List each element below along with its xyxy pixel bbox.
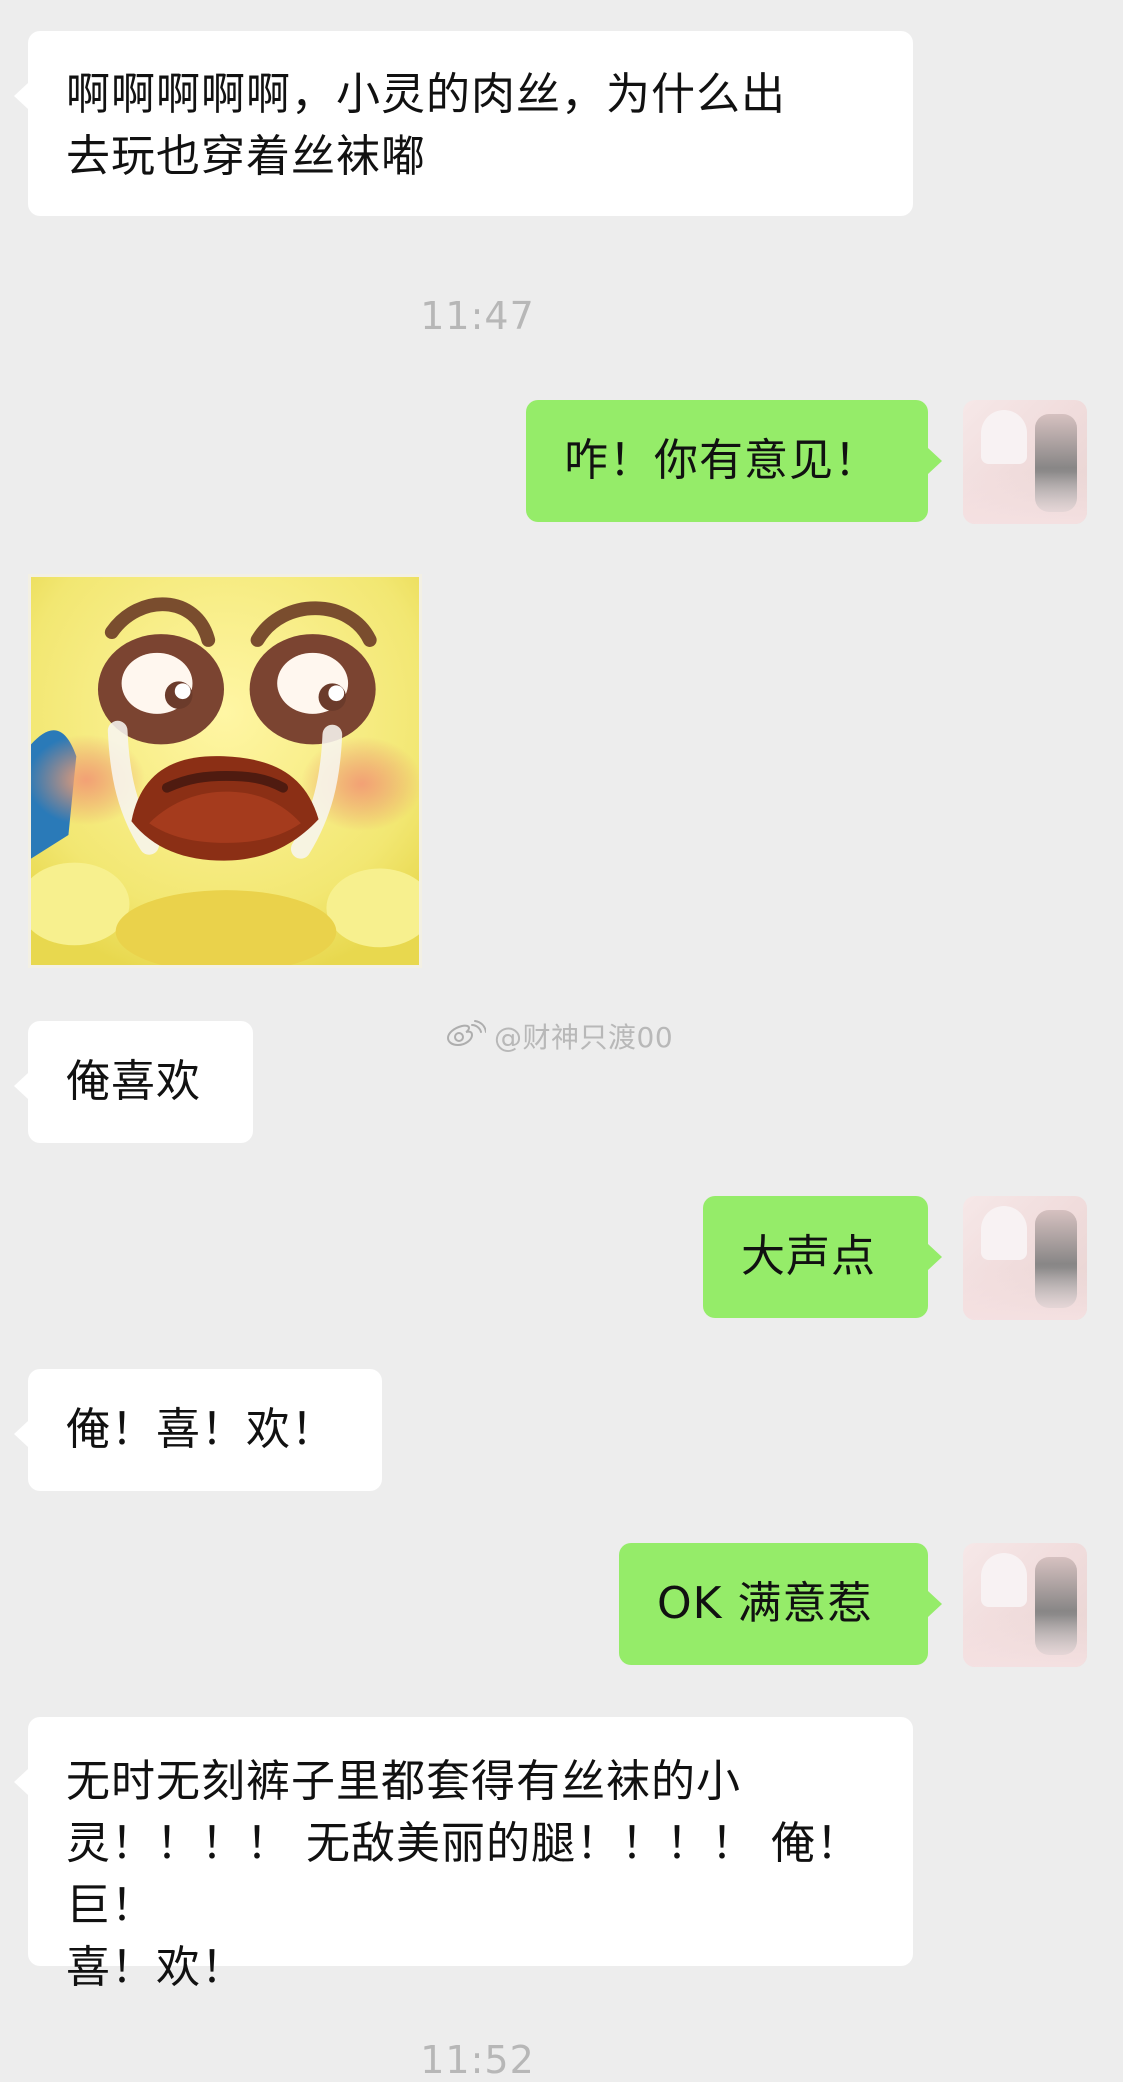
crying-face-sticker[interactable]: [28, 574, 422, 968]
avatar-detail: [981, 410, 1027, 464]
watermark-text: @财神只渡00: [494, 1021, 674, 1054]
message-timestamp: 11:47: [420, 294, 535, 338]
message-bubble-incoming[interactable]: 啊啊啊啊啊，小灵的肉丝，为什么出 去玩也穿着丝袜嘟: [14, 31, 913, 216]
watermark: @财神只渡00: [444, 1016, 673, 1056]
message-text: 俺！喜！欢！: [66, 1404, 336, 1455]
avatar-detail: [963, 472, 1087, 524]
message-bubble-outgoing[interactable]: 大声点: [703, 1196, 942, 1318]
message-bubble-incoming[interactable]: 无时无刻裤子里都套得有丝袜的小 灵！！！！ 无敌美丽的腿！！！！ 俺！巨！ 喜！…: [14, 1717, 913, 1993]
avatar-detail: [981, 1553, 1027, 1607]
chat-conversation: 啊啊啊啊啊，小灵的肉丝，为什么出 去玩也穿着丝袜嘟 11:47 咋！你有意见！: [0, 0, 1123, 2082]
crying-face-sticker-art: [31, 577, 419, 965]
avatar-detail: [963, 1615, 1087, 1667]
message-text: 无时无刻裤子里都套得有丝袜的小 灵！！！！ 无敌美丽的腿！！！！ 俺！巨！ 喜！…: [66, 1756, 861, 1993]
message-bubble-outgoing[interactable]: 咋！你有意见！: [526, 400, 942, 522]
message-bubble-outgoing[interactable]: OK 满意惹: [619, 1543, 942, 1665]
message-text: 啊啊啊啊啊，小灵的肉丝，为什么出 去玩也穿着丝袜嘟: [66, 69, 786, 182]
avatar-detail: [963, 1268, 1087, 1320]
user-avatar[interactable]: [963, 1543, 1087, 1667]
message-bubble-incoming[interactable]: 俺！喜！欢！: [14, 1369, 382, 1491]
user-avatar[interactable]: [963, 400, 1087, 524]
message-bubble-incoming[interactable]: 俺喜欢: [14, 1021, 253, 1143]
message-text: 大声点: [741, 1231, 876, 1282]
avatar-detail: [981, 1206, 1027, 1260]
message-text: 咋！你有意见！: [564, 435, 879, 486]
message-text: OK 满意惹: [657, 1578, 873, 1629]
user-avatar[interactable]: [963, 1196, 1087, 1320]
message-timestamp: 11:52: [420, 2038, 535, 2082]
message-text: 俺喜欢: [66, 1056, 201, 1107]
weibo-icon: [446, 1020, 486, 1047]
